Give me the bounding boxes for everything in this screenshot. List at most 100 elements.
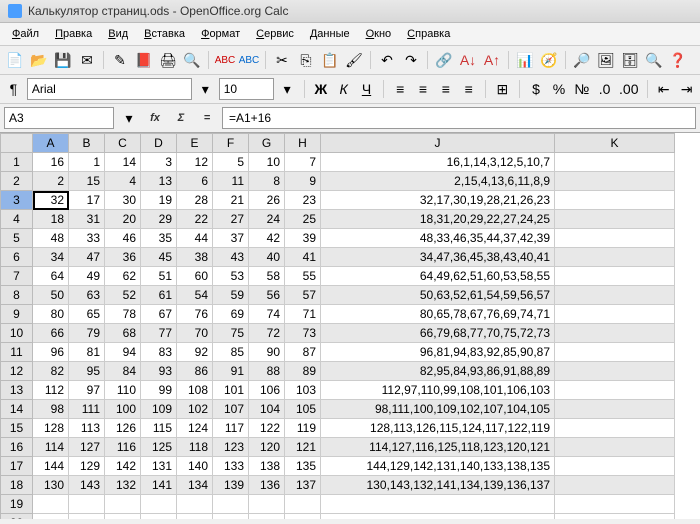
size-dropdown-icon[interactable]: ▾ [278, 78, 297, 100]
cell-K2[interactable] [555, 172, 675, 191]
cell-E6[interactable]: 38 [177, 248, 213, 267]
col-header-A[interactable]: A [33, 134, 69, 153]
cell-H4[interactable]: 25 [285, 210, 321, 229]
equals-icon[interactable]: = [196, 112, 218, 124]
cell-E17[interactable]: 140 [177, 457, 213, 476]
cell-E1[interactable]: 12 [177, 153, 213, 172]
row-header-17[interactable]: 17 [1, 457, 33, 476]
col-header-F[interactable]: F [213, 134, 249, 153]
col-header-D[interactable]: D [141, 134, 177, 153]
menu-вид[interactable]: Вид [100, 25, 136, 43]
cell-C4[interactable]: 20 [105, 210, 141, 229]
cell-C7[interactable]: 62 [105, 267, 141, 286]
row-header-18[interactable]: 18 [1, 476, 33, 495]
cell-H2[interactable]: 9 [285, 172, 321, 191]
menu-вставка[interactable]: Вставка [136, 25, 193, 43]
pdf-icon[interactable]: 📕 [133, 49, 155, 71]
cell-K5[interactable] [555, 229, 675, 248]
select-all-corner[interactable] [1, 134, 33, 153]
row-header-10[interactable]: 10 [1, 324, 33, 343]
cell-G19[interactable] [249, 495, 285, 514]
cell-H8[interactable]: 57 [285, 286, 321, 305]
cell-C1[interactable]: 14 [105, 153, 141, 172]
menu-данные[interactable]: Данные [302, 25, 358, 43]
font-dropdown-icon[interactable]: ▾ [196, 78, 215, 100]
row-header-2[interactable]: 2 [1, 172, 33, 191]
cell-E7[interactable]: 60 [177, 267, 213, 286]
cell-J9[interactable]: 80,65,78,67,76,69,74,71 [321, 305, 555, 324]
row-header-14[interactable]: 14 [1, 400, 33, 419]
menu-формат[interactable]: Формат [193, 25, 248, 43]
cell-E20[interactable] [177, 514, 213, 520]
cell-A5[interactable]: 48 [33, 229, 69, 248]
cell-C19[interactable] [105, 495, 141, 514]
col-header-H[interactable]: H [285, 134, 321, 153]
number-icon[interactable]: № [572, 78, 591, 100]
cell-J1[interactable]: 16,1,14,3,12,5,10,7 [321, 153, 555, 172]
cell-D18[interactable]: 141 [141, 476, 177, 495]
cell-J6[interactable]: 34,47,36,45,38,43,40,41 [321, 248, 555, 267]
sort-desc-icon[interactable]: A↑ [481, 49, 503, 71]
row-header-12[interactable]: 12 [1, 362, 33, 381]
cell-A3[interactable]: 32 [33, 191, 69, 210]
cell-K4[interactable] [555, 210, 675, 229]
cell-C8[interactable]: 52 [105, 286, 141, 305]
row-header-6[interactable]: 6 [1, 248, 33, 267]
remove-decimal-icon[interactable]: .00 [618, 78, 639, 100]
col-header-J[interactable]: J [321, 134, 555, 153]
cell-A8[interactable]: 50 [33, 286, 69, 305]
menu-файл[interactable]: Файл [4, 25, 47, 43]
cell-A7[interactable]: 64 [33, 267, 69, 286]
cell-B5[interactable]: 33 [69, 229, 105, 248]
cell-A13[interactable]: 112 [33, 381, 69, 400]
cell-G5[interactable]: 42 [249, 229, 285, 248]
sort-asc-icon[interactable]: A↓ [457, 49, 479, 71]
cell-H7[interactable]: 55 [285, 267, 321, 286]
cell-C13[interactable]: 110 [105, 381, 141, 400]
autospell-icon[interactable]: ABC [238, 49, 260, 71]
cell-E12[interactable]: 86 [177, 362, 213, 381]
cell-D19[interactable] [141, 495, 177, 514]
cell-F5[interactable]: 37 [213, 229, 249, 248]
cell-H1[interactable]: 7 [285, 153, 321, 172]
cell-H18[interactable]: 137 [285, 476, 321, 495]
paste-icon[interactable]: 📋 [319, 49, 341, 71]
row-header-8[interactable]: 8 [1, 286, 33, 305]
cell-E5[interactable]: 44 [177, 229, 213, 248]
cell-H17[interactable]: 135 [285, 457, 321, 476]
cell-D16[interactable]: 125 [141, 438, 177, 457]
cell-F13[interactable]: 101 [213, 381, 249, 400]
cell-A12[interactable]: 82 [33, 362, 69, 381]
chart-icon[interactable]: 📊 [514, 49, 536, 71]
cell-F16[interactable]: 123 [213, 438, 249, 457]
cell-B20[interactable] [69, 514, 105, 520]
row-header-9[interactable]: 9 [1, 305, 33, 324]
find-icon[interactable]: 🔎 [571, 49, 593, 71]
cell-E2[interactable]: 6 [177, 172, 213, 191]
sum-icon[interactable]: Σ [170, 112, 192, 124]
cell-F17[interactable]: 133 [213, 457, 249, 476]
cell-B3[interactable]: 17 [69, 191, 105, 210]
cell-H9[interactable]: 71 [285, 305, 321, 324]
cell-K7[interactable] [555, 267, 675, 286]
cell-K8[interactable] [555, 286, 675, 305]
cell-K12[interactable] [555, 362, 675, 381]
cell-G9[interactable]: 74 [249, 305, 285, 324]
cell-J13[interactable]: 112,97,110,99,108,101,106,103 [321, 381, 555, 400]
cell-D10[interactable]: 77 [141, 324, 177, 343]
cell-F11[interactable]: 85 [213, 343, 249, 362]
preview-icon[interactable]: 🔍 [181, 49, 203, 71]
paintbrush-icon[interactable]: 🖌 [343, 49, 365, 71]
cell-B16[interactable]: 127 [69, 438, 105, 457]
cell-K1[interactable] [555, 153, 675, 172]
menu-сервис[interactable]: Сервис [248, 25, 302, 43]
cell-J4[interactable]: 18,31,20,29,22,27,24,25 [321, 210, 555, 229]
cell-G12[interactable]: 88 [249, 362, 285, 381]
cell-J7[interactable]: 64,49,62,51,60,53,58,55 [321, 267, 555, 286]
cell-H20[interactable] [285, 514, 321, 520]
redo-icon[interactable]: ↷ [400, 49, 422, 71]
merge-icon[interactable]: ⊞ [493, 78, 512, 100]
cell-E16[interactable]: 118 [177, 438, 213, 457]
cell-K14[interactable] [555, 400, 675, 419]
cell-F12[interactable]: 91 [213, 362, 249, 381]
